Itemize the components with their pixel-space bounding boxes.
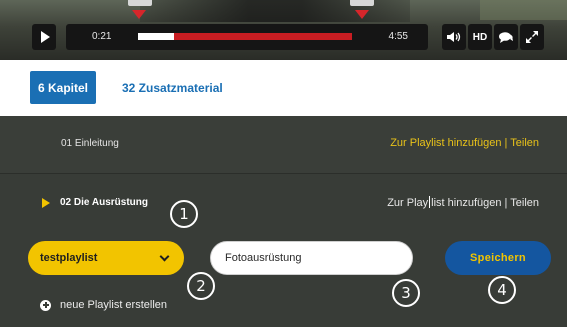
plus-circle-icon [40,299,51,311]
progress-played [138,33,175,40]
tab-zusatzmaterial[interactable]: 32 Zusatzmaterial [122,71,223,104]
chapter-marker-label [350,0,374,6]
chapter-actions-link[interactable]: Zur Playlist hinzufügen | Teilen [390,137,539,149]
chapter-end-marker[interactable] [355,10,369,19]
volume-button[interactable] [442,24,466,50]
save-button[interactable]: Speichern [445,241,551,275]
new-playlist-link[interactable]: neue Playlist erstellen [40,299,167,311]
video-frame[interactable]: 0:21 4:55 HD [0,0,567,60]
chapter-start-marker[interactable] [132,10,146,19]
playlist-dropdown-value: testplaylist [40,252,98,264]
chapter-title-active[interactable]: 02 Die Ausrüstung [60,197,148,208]
playlist-name-input[interactable] [210,241,413,275]
play-chapter-icon[interactable] [42,198,50,208]
callout-badge: 4 [488,276,516,304]
callout-badge: 3 [392,279,420,307]
chapter-title[interactable]: 01 Einleitung [61,138,119,149]
chapter-actions-link[interactable]: Zur Playlist hinzufügen | Teilen [387,196,539,209]
chapter-panel: 01 Einleitung Zur Playlist hinzufügen | … [0,116,567,327]
comments-icon [499,31,513,43]
comments-button[interactable] [494,24,518,50]
hd-icon: HD [472,31,488,43]
tab-kapitel[interactable]: 6 Kapitel [30,71,97,104]
chevron-down-icon [159,251,170,262]
current-time: 0:21 [92,31,112,42]
hd-button[interactable]: HD [468,24,492,50]
progress-track[interactable] [138,33,352,40]
content-tabs: 6 Kapitel 32 Zusatzmaterial [0,60,567,116]
actions-text-start: Zur Play [387,197,429,209]
playlist-dropdown[interactable]: testplaylist [28,241,184,275]
fullscreen-button[interactable] [520,24,544,50]
total-time: 4:55 [388,31,408,42]
callout-badge: 2 [187,272,215,300]
play-icon [40,31,50,43]
new-playlist-label: neue Playlist erstellen [60,299,168,311]
callout-badge: 1 [170,200,198,228]
actions-text-end: list hinzufügen | Teilen [431,197,539,209]
chapter-row[interactable]: 01 Einleitung Zur Playlist hinzufügen | … [0,116,567,173]
timeline-bar: 0:21 4:55 [66,24,428,50]
text-cursor-icon [429,196,431,208]
play-button[interactable] [32,24,56,50]
fullscreen-icon [526,31,538,43]
divider [0,173,567,174]
volume-icon [447,32,461,42]
video-content [480,0,567,20]
chapter-marker-label [128,0,152,6]
